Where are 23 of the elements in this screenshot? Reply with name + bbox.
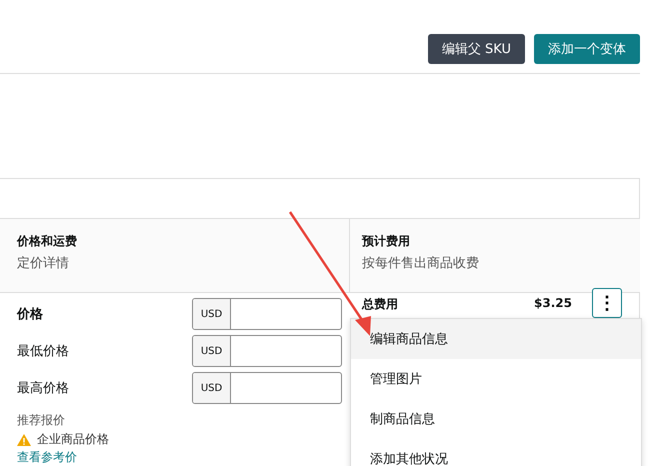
more-button[interactable]: ⋮ [592,288,622,318]
reference-price-link[interactable]: 查看参考价 [17,449,342,466]
menu-item[interactable]: 制商品信息 [351,399,641,439]
menu-item[interactable]: 编辑商品信息 [351,319,641,359]
field-label: 价格 [17,306,43,323]
section-subtitle: 按每件售出商品收费 [362,255,480,272]
field-label: 最低价格 [17,343,69,360]
menu-item[interactable]: 管理图片 [351,359,641,399]
field-label: 最高价格 [17,380,69,397]
price-input[interactable]: USD [192,372,342,404]
section-subtitle: 定价详情 [17,255,70,272]
menu-item[interactable]: 添加其他状况 [351,439,641,466]
recommended-label: 推荐报价 [17,412,66,429]
warning-text: 企业商品价格 [37,431,109,448]
fee-amount: $3.25 [534,296,572,312]
price-input[interactable]: USD [192,298,342,330]
header-button[interactable]: 编辑父 SKU [428,34,525,64]
section-title: 价格和运费 [17,233,78,250]
section-title: 预计费用 [362,233,411,250]
warning-icon [17,434,31,446]
header-button[interactable]: 添加一个变体 [534,34,640,64]
fee-label: 总费用 [362,296,398,313]
price-input[interactable]: USD [192,335,342,367]
